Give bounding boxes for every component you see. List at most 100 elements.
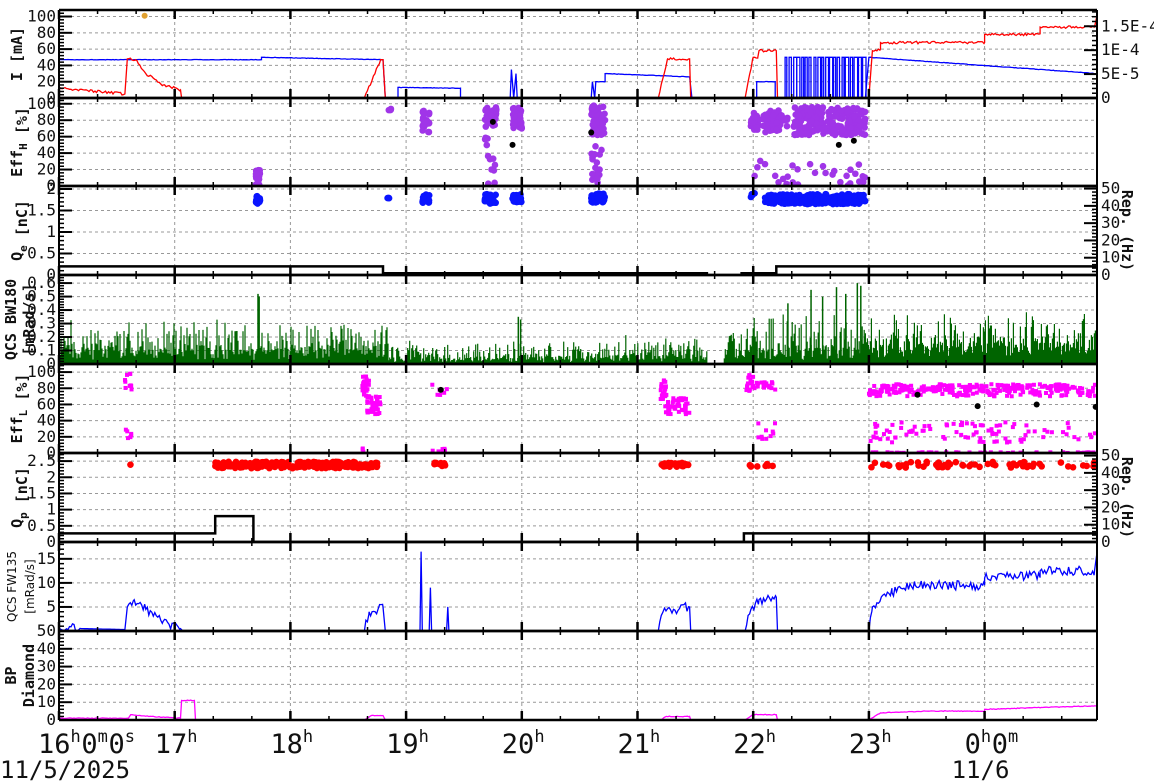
- data-point: [846, 124, 854, 132]
- data-point: [949, 385, 954, 390]
- y-tick-label: 0: [46, 710, 56, 729]
- y-axis-label-text: [%]: [13, 107, 31, 143]
- y-axis-label: BP: [2, 666, 20, 684]
- data-point: [976, 463, 983, 471]
- time-unit: h: [650, 727, 660, 747]
- panel-qe: 00.511.5201020304050Rep. (Hz)Qe [nC]: [8, 179, 1136, 284]
- data-point: [444, 387, 449, 392]
- data-point: [994, 423, 999, 428]
- data-point: [989, 382, 994, 387]
- data-point: [747, 373, 752, 378]
- data-point: [666, 411, 671, 416]
- data-point: [930, 385, 935, 390]
- data-point: [773, 421, 778, 426]
- data-point: [884, 428, 889, 433]
- data-point: [326, 463, 334, 471]
- data-point: [253, 458, 261, 466]
- right-tick-label: 1.5E-4: [1101, 16, 1154, 35]
- y-tick-label: 40: [37, 55, 56, 74]
- plot-area-current: [59, 12, 1097, 98]
- data-point: [588, 111, 595, 118]
- data-point: [984, 384, 989, 389]
- data-point: [492, 104, 500, 111]
- data-point: [129, 387, 134, 392]
- right-tick-label: 20: [1101, 230, 1120, 249]
- data-point: [773, 387, 778, 392]
- time-unit: h: [303, 727, 313, 747]
- reference-point: [588, 129, 595, 136]
- data-point: [978, 436, 983, 441]
- y-tick-label: 80: [37, 23, 56, 42]
- reference-point: [974, 403, 981, 410]
- data-point: [1065, 389, 1070, 394]
- y-axis-label-text: BP: [2, 666, 20, 684]
- data-point: [491, 161, 499, 169]
- data-point: [762, 385, 767, 390]
- right-tick-label: 0: [1101, 88, 1111, 107]
- y-tick-label: 80: [37, 110, 56, 129]
- data-point: [1079, 462, 1087, 469]
- y-axis-label-text: Q: [8, 519, 26, 528]
- data-point: [970, 391, 975, 396]
- data-point: [488, 112, 496, 120]
- data-point: [942, 383, 947, 388]
- data-point: [850, 192, 858, 199]
- data-point: [855, 161, 863, 168]
- data-point: [1021, 390, 1026, 395]
- data-point: [752, 386, 757, 391]
- data-point: [1065, 421, 1070, 426]
- data-point: [960, 384, 965, 389]
- data-point: [878, 393, 883, 398]
- data-point: [347, 463, 354, 470]
- y-tick-label: 60: [37, 39, 56, 58]
- data-point: [363, 379, 368, 384]
- qp-rep-rate-line: [59, 514, 1097, 542]
- data-point: [822, 169, 829, 177]
- data-point: [665, 399, 670, 404]
- y-tick-label: 20: [37, 427, 56, 446]
- y-axis-label: Qp [nC]: [8, 467, 31, 528]
- panel-qp: 00.511.522.501020304050Rep. (Hz)Qp [nC]: [8, 446, 1136, 551]
- blue-current-tail-line: [864, 56, 1097, 98]
- data-point: [931, 389, 936, 394]
- data-point: [1080, 390, 1085, 395]
- data-point: [998, 423, 1003, 428]
- data-point: [963, 435, 968, 440]
- y-tick-label: 20: [37, 674, 56, 693]
- time-unit: h: [419, 727, 429, 747]
- data-point: [941, 461, 948, 469]
- y-axis-label: I [mA]: [8, 27, 26, 81]
- data-point: [819, 162, 827, 170]
- y-axis-label-text: I [mA]: [8, 27, 26, 81]
- red-current-line: [59, 16, 1097, 98]
- plot-area-bp-diamond: [59, 699, 1097, 720]
- data-point: [886, 384, 891, 389]
- date-label: 11/5/2025: [0, 756, 130, 782]
- time-tick-label: 18h: [270, 727, 313, 760]
- data-point: [979, 383, 984, 388]
- panel-bw180: 00.10.20.30.40.50.6QCS BW180 [mRad/s]: [2, 273, 1098, 373]
- data-point: [673, 404, 678, 409]
- right-tick-label: 40: [1101, 463, 1120, 482]
- data-point: [483, 141, 491, 149]
- data-point: [1049, 430, 1054, 435]
- data-point: [923, 387, 928, 392]
- time-unit: m: [98, 727, 108, 747]
- data-point: [364, 462, 371, 470]
- data-point: [773, 119, 781, 126]
- time-value: 23: [849, 729, 882, 760]
- y-axis-label-text: QCS FW135: [5, 551, 19, 622]
- data-point: [829, 120, 837, 127]
- data-point: [890, 422, 895, 427]
- y-axis-label-text: Eff: [8, 150, 26, 177]
- data-point: [760, 436, 765, 441]
- data-point: [1076, 437, 1081, 442]
- data-point: [857, 192, 865, 200]
- time-unit: s: [125, 727, 135, 747]
- data-point: [861, 116, 869, 124]
- data-point: [753, 124, 761, 131]
- data-point: [684, 461, 691, 468]
- data-point: [589, 104, 596, 112]
- data-point: [663, 385, 668, 390]
- data-point: [1013, 387, 1018, 392]
